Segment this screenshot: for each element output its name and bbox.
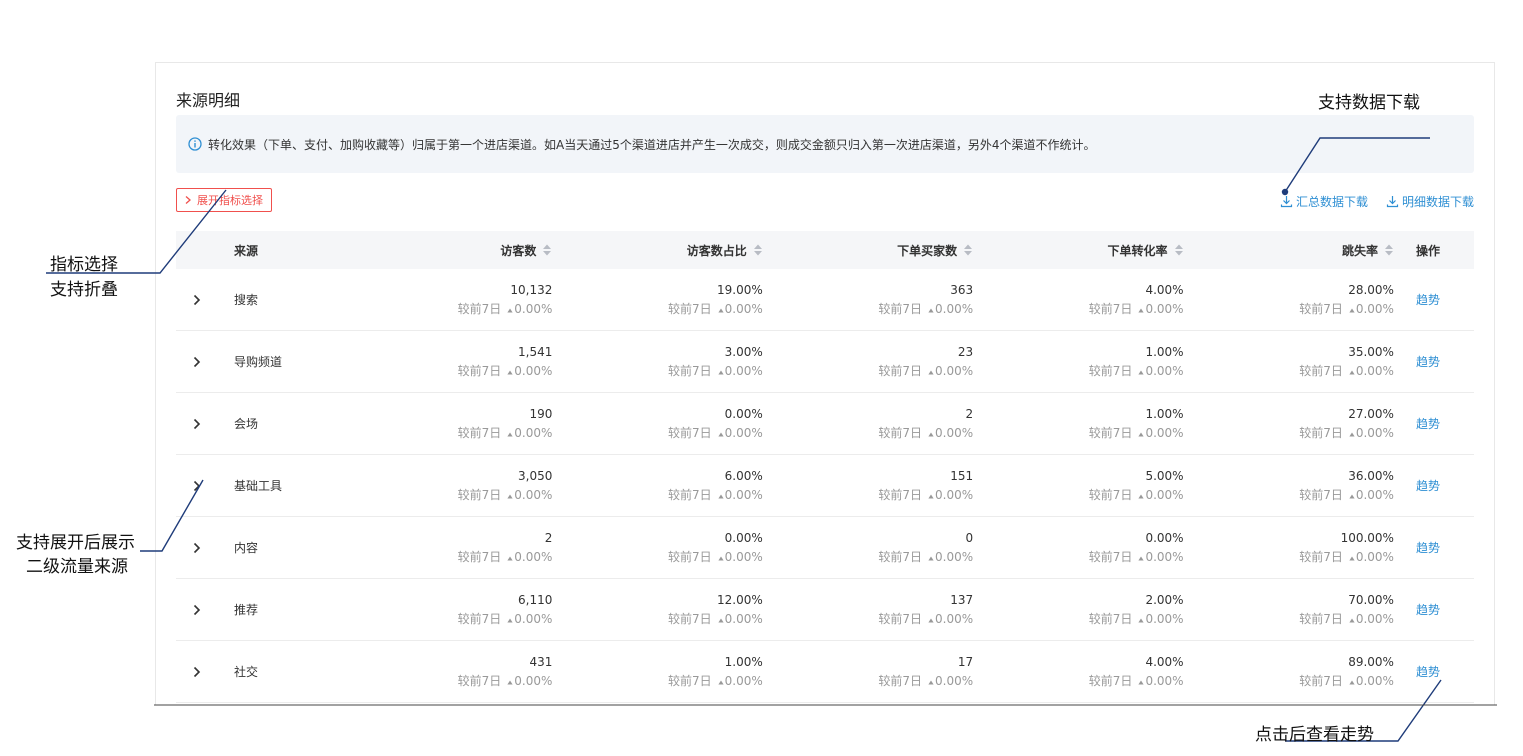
annotation-line-download [1284,137,1430,193]
annotation-metric-line1: 指标选择 [50,255,118,275]
annotation-lines [46,137,1497,742]
annotation-line-expand [140,479,204,552]
annotation-dot [1281,188,1289,196]
annotation-expand-line1: 支持展开后展示 [16,533,135,553]
annotation-expand-line2: 二级流量来源 [26,557,128,577]
annotation-trend: 点击后查看走势 [1255,725,1374,745]
annotation-metric-line2: 支持折叠 [50,280,118,300]
annotation-download: 支持数据下载 [1318,93,1420,113]
